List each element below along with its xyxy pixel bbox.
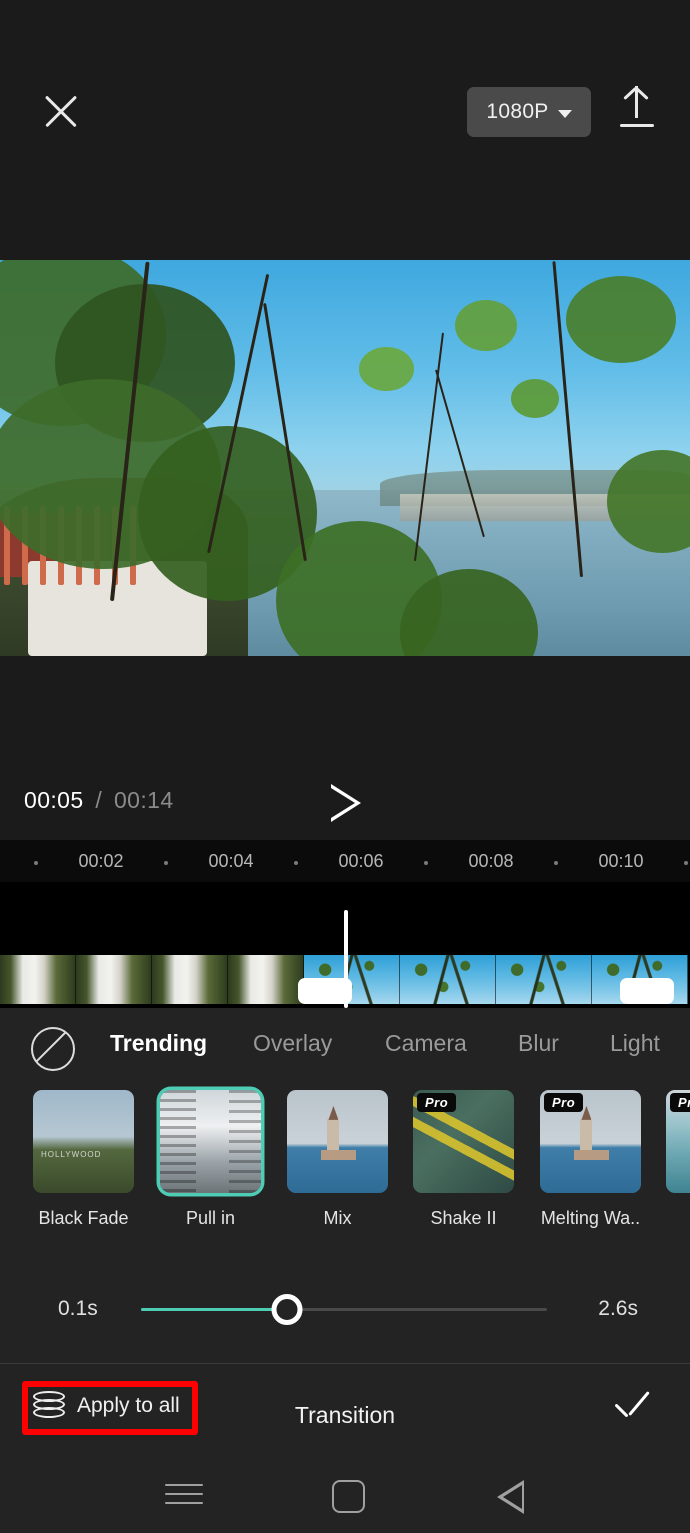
ruler-tick-dot xyxy=(424,861,428,865)
tab-camera[interactable]: Camera xyxy=(385,1030,467,1057)
play-icon[interactable] xyxy=(331,784,365,822)
filmstrip-frame[interactable] xyxy=(400,955,496,1004)
filmstrip-frame[interactable] xyxy=(0,955,76,1004)
transition-thumbnail[interactable]: Pro xyxy=(666,1090,690,1193)
category-tabs: Trending Overlay Camera Blur Light xyxy=(0,1008,690,1086)
ruler-tick-dot xyxy=(34,861,38,865)
transition-label: Melting Wa.. xyxy=(540,1208,641,1229)
transition-item[interactable]: Mix xyxy=(287,1090,388,1229)
foliage-overlay xyxy=(0,260,690,656)
transition-label: Pa xyxy=(666,1208,690,1229)
tab-blur[interactable]: Blur xyxy=(518,1030,559,1057)
current-time: 00:05 xyxy=(24,787,84,813)
close-icon[interactable] xyxy=(38,88,84,134)
duration-slider-row: 0.1s 2.6s xyxy=(0,1273,690,1351)
pro-badge: Pro xyxy=(670,1093,690,1112)
menu-icon[interactable] xyxy=(165,1481,203,1511)
transition-list[interactable]: Black Fade Pull in Mix Pro Shake II Pro Meltin… xyxy=(0,1090,690,1250)
pro-badge: Pro xyxy=(544,1093,583,1112)
ruler-tick-label: 00:08 xyxy=(468,851,513,872)
tab-light[interactable]: Light xyxy=(610,1030,660,1057)
thumbnail-artwork xyxy=(160,1090,261,1193)
filmstrip-frame[interactable] xyxy=(76,955,152,1004)
back-triangle-icon[interactable] xyxy=(497,1480,524,1514)
ruler-tick-label: 00:06 xyxy=(338,851,383,872)
transition-thumbnail[interactable] xyxy=(287,1090,388,1193)
resolution-label: 1080P xyxy=(486,100,548,124)
transition-label: Black Fade xyxy=(33,1208,134,1229)
slider-max-label: 2.6s xyxy=(598,1297,638,1321)
transition-panel: Trending Overlay Camera Blur Light Black Fad… xyxy=(0,1008,690,1533)
check-icon[interactable] xyxy=(612,1395,654,1429)
panel-bottom-bar: Apply to all Transition xyxy=(0,1364,690,1463)
transition-thumbnail[interactable]: Pro xyxy=(413,1090,514,1193)
timecode-display: 00:05 / 00:14 xyxy=(24,787,174,814)
resolution-selector[interactable]: 1080P xyxy=(467,87,591,137)
slider-min-label: 0.1s xyxy=(58,1297,98,1321)
transition-thumbnail[interactable]: Pro xyxy=(540,1090,641,1193)
transition-item[interactable]: Pro Pa xyxy=(666,1090,690,1229)
top-bar: 1080P xyxy=(0,0,690,260)
filmstrip-frame[interactable] xyxy=(152,955,228,1004)
ruler-tick-label: 00:04 xyxy=(208,851,253,872)
ruler-tick-dot xyxy=(294,861,298,865)
transition-item[interactable]: Pull in xyxy=(160,1090,261,1229)
duration-slider[interactable] xyxy=(141,1308,547,1311)
slider-fill xyxy=(141,1308,287,1311)
transition-thumbnail[interactable] xyxy=(33,1090,134,1193)
tab-overlay[interactable]: Overlay xyxy=(253,1030,332,1057)
filmstrip-frame[interactable] xyxy=(496,955,592,1004)
ruler-tick-dot xyxy=(164,861,168,865)
timeline-ruler[interactable]: 00:02 00:04 00:06 00:08 00:10 xyxy=(0,840,690,882)
timeline-track[interactable] xyxy=(0,882,690,1008)
pro-badge: Pro xyxy=(417,1093,456,1112)
app-screen: 1080P xyxy=(0,0,690,1533)
video-preview[interactable] xyxy=(0,260,690,656)
android-nav-bar xyxy=(0,1463,690,1533)
transition-marker[interactable] xyxy=(620,978,674,1004)
panel-title: Transition xyxy=(0,1402,690,1429)
transition-label: Shake II xyxy=(413,1208,514,1229)
thumbnail-artwork xyxy=(287,1090,388,1193)
time-separator: / xyxy=(95,787,102,813)
chevron-down-icon xyxy=(558,110,572,118)
filmstrip-frame[interactable] xyxy=(228,955,304,1004)
home-square-icon[interactable] xyxy=(332,1480,365,1513)
thumbnail-artwork xyxy=(33,1090,134,1193)
export-upload-icon[interactable] xyxy=(614,86,660,138)
tab-trending[interactable]: Trending xyxy=(110,1030,207,1057)
total-time: 00:14 xyxy=(114,787,174,813)
ruler-tick-label: 00:10 xyxy=(598,851,643,872)
transition-label: Mix xyxy=(287,1208,388,1229)
transition-item[interactable]: Black Fade xyxy=(33,1090,134,1229)
slider-thumb[interactable] xyxy=(272,1294,303,1325)
transition-marker[interactable] xyxy=(298,978,352,1004)
transition-label: Pull in xyxy=(160,1208,261,1229)
no-transition-icon[interactable] xyxy=(31,1027,75,1071)
transition-item[interactable]: Pro Melting Wa.. xyxy=(540,1090,641,1229)
ruler-tick-dot xyxy=(684,861,688,865)
transition-item[interactable]: Pro Shake II xyxy=(413,1090,514,1229)
transition-thumbnail[interactable] xyxy=(160,1090,261,1193)
ruler-tick-label: 00:02 xyxy=(78,851,123,872)
ruler-tick-dot xyxy=(554,861,558,865)
